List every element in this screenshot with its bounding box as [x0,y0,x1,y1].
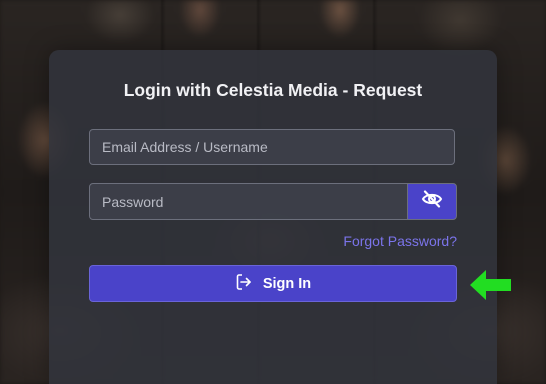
email-username-input[interactable] [89,129,455,165]
toggle-password-visibility-button[interactable] [407,183,457,220]
sign-in-label: Sign In [262,275,312,292]
password-input[interactable] [89,183,409,220]
sign-in-button[interactable]: Sign In [89,265,457,302]
sign-in-icon [235,273,253,295]
eye-slash-icon [421,190,443,213]
arrow-left-icon [468,269,512,306]
login-title: Login with Celestia Media - Request [123,80,423,100]
forgot-password-link[interactable]: Forgot Password? [343,233,457,249]
login-card: Login with Celestia Media - Request Forg… [49,50,497,384]
password-group [89,183,457,220]
